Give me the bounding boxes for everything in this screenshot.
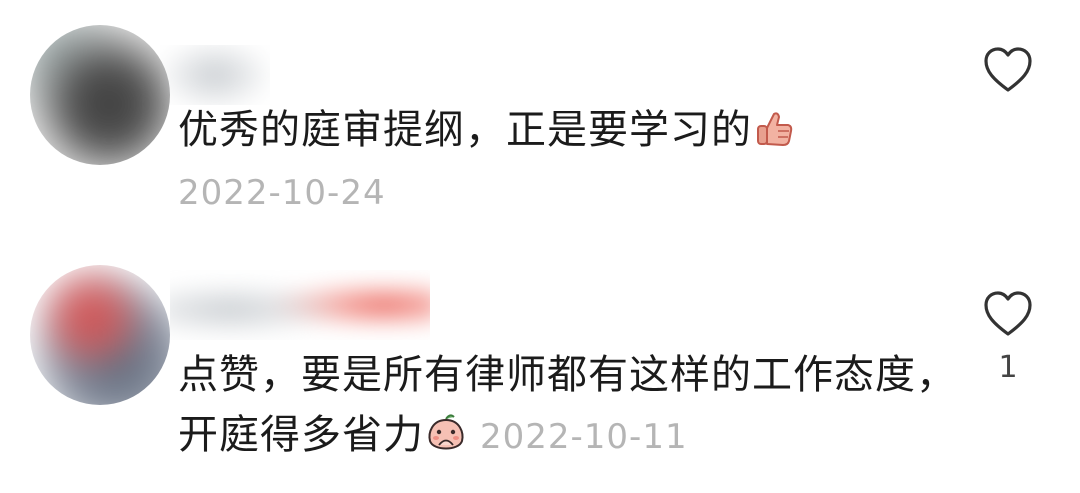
comment-date: 2022-10-11 (480, 417, 688, 457)
comment-text: 点赞，要是所有律师都有这样的工作态度， 开庭得多省力 2022-10-11 (178, 345, 957, 467)
comment-date: 2022-10-24 (178, 173, 386, 213)
like-button[interactable] (983, 46, 1033, 94)
like-count: 1 (998, 350, 1018, 385)
comment-text: 优秀的庭审提纲，正是要学习的 (178, 100, 796, 160)
heart-icon (984, 47, 1032, 92)
heart-icon (984, 291, 1032, 336)
username-blurred[interactable] (170, 270, 430, 340)
like-button[interactable] (983, 290, 1033, 338)
peach-covering-mouth-emoji-icon (424, 411, 468, 455)
comment-text-line2-row: 开庭得多省力 2022-10-11 (178, 405, 957, 467)
thumbs-up-emoji-icon (752, 106, 796, 150)
avatar[interactable] (30, 25, 170, 165)
comment-text-content: 优秀的庭审提纲，正是要学习的 (178, 107, 752, 153)
comment-item: 优秀的庭审提纲，正是要学习的 2022-10-24 (0, 0, 1080, 240)
comment-item: 点赞，要是所有律师都有这样的工作态度， 开庭得多省力 2022-10-11 1 (0, 250, 1080, 493)
avatar[interactable] (30, 265, 170, 405)
comment-text-line2: 开庭得多省力 (178, 412, 424, 458)
comment-text-line1: 点赞，要是所有律师都有这样的工作态度， (178, 352, 957, 398)
username-blurred[interactable] (160, 45, 270, 105)
